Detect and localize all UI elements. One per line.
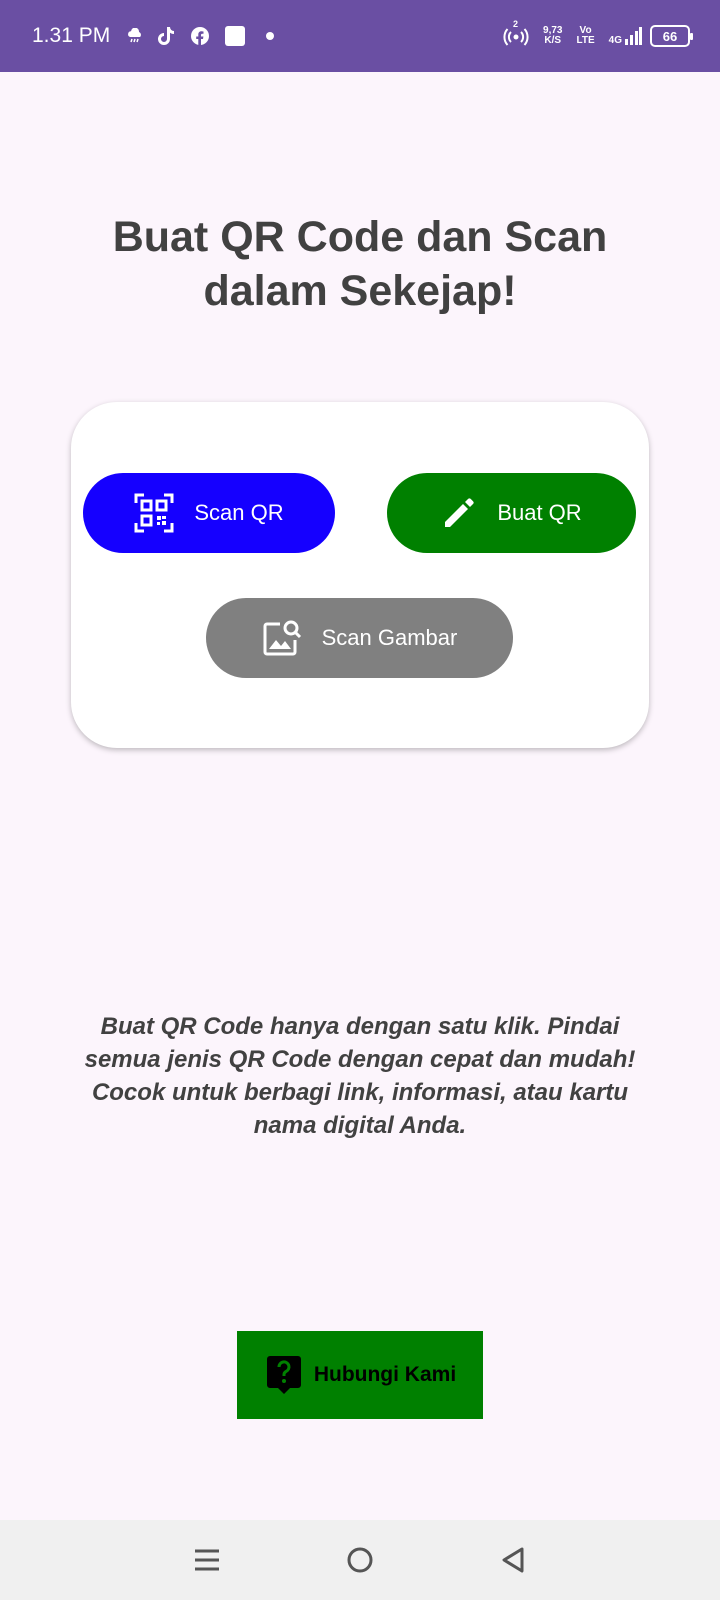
pencil-icon — [441, 495, 477, 531]
help-bubble-icon — [264, 1354, 304, 1396]
home-icon[interactable] — [330, 1530, 390, 1590]
dot-icon — [266, 32, 275, 40]
page-title: Buat QR Code dan Scan dalam Sekejap! — [112, 213, 608, 315]
volte-bottom: LTE — [576, 35, 595, 46]
signal-indicator: 4G — [609, 26, 642, 46]
scan-gambar-label: Scan Gambar — [321, 625, 458, 650]
status-bar: 1.31 PM 2 9,73 K/S Vo LTE 4G 66 — [0, 0, 720, 72]
scan-qr-label: Scan QR — [194, 500, 284, 525]
hotspot-badge: 2 — [513, 19, 519, 29]
facebook-icon — [190, 26, 210, 46]
back-icon[interactable] — [483, 1530, 543, 1590]
navigation-bar — [0, 1520, 720, 1600]
status-time: 1.31 PM — [32, 24, 111, 47]
status-bar-left: 1.31 PM — [32, 24, 275, 48]
buat-qr-label: Buat QR — [497, 500, 582, 525]
action-card: Scan QR Buat QR Scan Gambar — [71, 402, 649, 748]
hotspot-icon: 2 — [503, 19, 529, 47]
square-notification-icon — [224, 25, 246, 47]
network-speed-unit: K/S — [544, 35, 562, 46]
status-bar-right: 2 9,73 K/S Vo LTE 4G 66 — [503, 19, 693, 47]
description-text: Buat QR Code hanya dengan satu klik. Pin… — [84, 1013, 636, 1139]
battery-level: 66 — [662, 28, 678, 44]
menu-icon[interactable] — [177, 1530, 237, 1590]
signal-icon — [624, 26, 642, 46]
image-search-icon — [262, 618, 302, 658]
scan-gambar-button[interactable]: Scan Gambar — [206, 598, 513, 678]
network-speed: 9,73 K/S — [543, 26, 562, 46]
buat-qr-button[interactable]: Buat QR — [387, 473, 636, 553]
volte-indicator: Vo LTE — [577, 26, 595, 46]
tiktok-icon — [158, 26, 176, 46]
network-type: 4G — [608, 35, 622, 46]
scan-qr-button[interactable]: Scan QR — [83, 473, 335, 553]
hubungi-kami-button[interactable]: Hubungi Kami — [237, 1331, 483, 1419]
hubungi-kami-label: Hubungi Kami — [313, 1363, 457, 1386]
qr-scan-icon — [134, 493, 174, 533]
battery-icon: 66 — [650, 25, 693, 47]
cloud-icon — [126, 28, 144, 44]
